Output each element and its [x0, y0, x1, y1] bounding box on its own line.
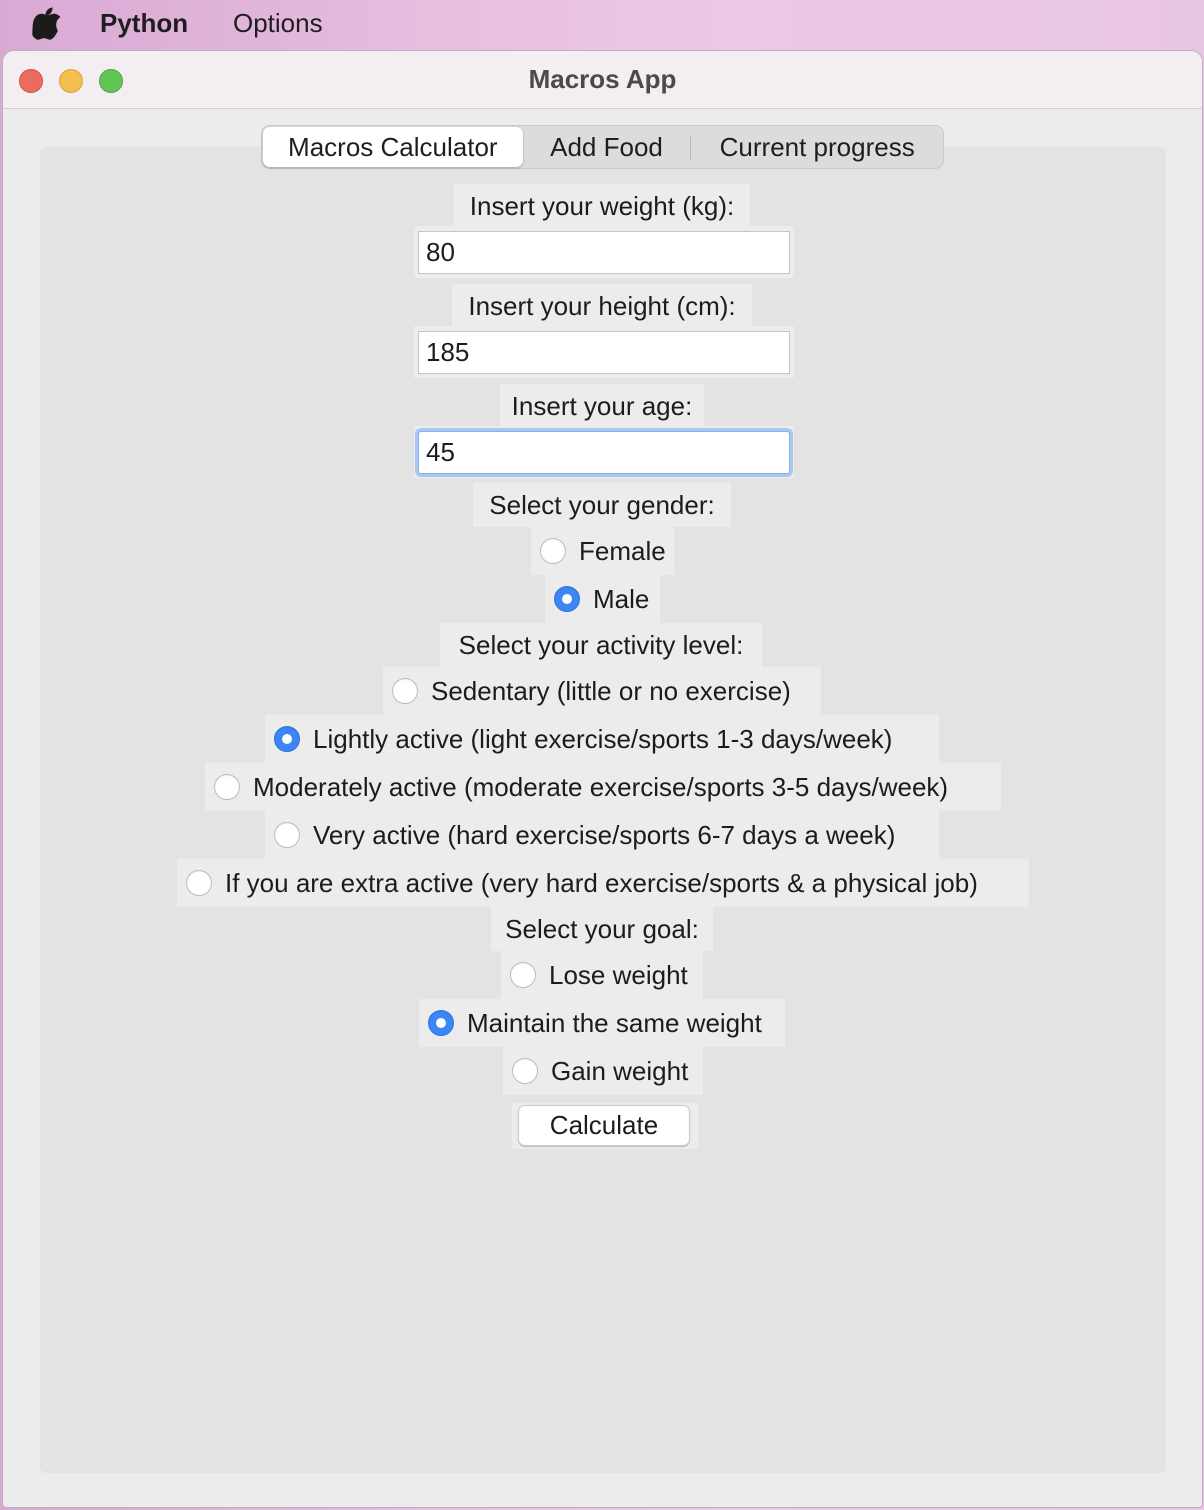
calculate-button-wrap: Calculate [512, 1103, 698, 1149]
radio-label: Female [579, 535, 666, 566]
activity-option-moderately-active[interactable]: Moderately active (moderate exercise/spo… [205, 763, 1001, 811]
activity-option-lightly-active[interactable]: Lightly active (light exercise/sports 1-… [265, 715, 939, 763]
window-title: Macros App [528, 64, 677, 94]
radio-button[interactable] [392, 678, 418, 704]
radio-button[interactable] [512, 1058, 538, 1084]
activity-option-very-active[interactable]: Very active (hard exercise/sports 6-7 da… [265, 811, 939, 859]
apple-logo-icon[interactable] [32, 6, 62, 40]
height-input[interactable] [418, 331, 790, 374]
goal-label: Select your goal: [491, 907, 713, 951]
goal-option-gain-weight[interactable]: Gain weight [503, 1047, 703, 1095]
radio-button[interactable] [274, 822, 300, 848]
age-field-wrap [414, 426, 794, 478]
gender-label: Select your gender: [473, 483, 731, 527]
radio-button[interactable] [540, 538, 566, 564]
activity-label: Select your activity level: [440, 623, 762, 667]
height-field-wrap [414, 326, 794, 378]
age-input[interactable] [418, 431, 790, 474]
calculate-button[interactable]: Calculate [518, 1105, 690, 1146]
radio-label: If you are extra active (very hard exerc… [225, 867, 978, 898]
height-label: Insert your height (cm): [452, 284, 752, 328]
radio-button[interactable] [186, 870, 212, 896]
age-label: Insert your age: [500, 384, 704, 428]
weight-input[interactable] [418, 231, 790, 274]
app-window: Macros App Macros Calculator Add Food Cu… [2, 50, 1203, 1508]
radio-label: Very active (hard exercise/sports 6-7 da… [313, 819, 896, 850]
gender-option-male[interactable]: Male [545, 575, 660, 623]
radio-button-selected[interactable] [274, 726, 300, 752]
radio-button[interactable] [214, 774, 240, 800]
radio-label: Lightly active (light exercise/sports 1-… [313, 723, 893, 754]
radio-button-selected[interactable] [554, 586, 580, 612]
goal-option-lose-weight[interactable]: Lose weight [501, 951, 703, 999]
radio-label: Maintain the same weight [467, 1007, 762, 1038]
activity-option-extra-active[interactable]: If you are extra active (very hard exerc… [177, 859, 1029, 907]
radio-label: Moderately active (moderate exercise/spo… [253, 771, 949, 802]
radio-label: Male [593, 583, 650, 614]
tab-current-progress[interactable]: Current progress [691, 127, 943, 167]
radio-label: Gain weight [551, 1055, 689, 1086]
goal-option-maintain-weight[interactable]: Maintain the same weight [419, 999, 785, 1047]
menu-bar: Python Options [0, 0, 1204, 48]
radio-button-selected[interactable] [428, 1010, 454, 1036]
title-bar: Macros App [3, 51, 1202, 109]
tab-macros-calculator[interactable]: Macros Calculator [263, 127, 523, 167]
activity-option-sedentary[interactable]: Sedentary (little or no exercise) [383, 667, 821, 715]
tab-add-food[interactable]: Add Food [523, 127, 691, 167]
tab-bar: Macros Calculator Add Food Current progr… [261, 125, 944, 169]
radio-label: Lose weight [549, 959, 688, 990]
weight-label: Insert your weight (kg): [454, 184, 750, 228]
menu-options[interactable]: Options [233, 8, 323, 38]
radio-button[interactable] [510, 962, 536, 988]
radio-label: Sedentary (little or no exercise) [431, 675, 791, 706]
weight-field-wrap [414, 226, 794, 278]
gender-option-female[interactable]: Female [531, 527, 674, 575]
menu-app-name[interactable]: Python [100, 8, 188, 38]
